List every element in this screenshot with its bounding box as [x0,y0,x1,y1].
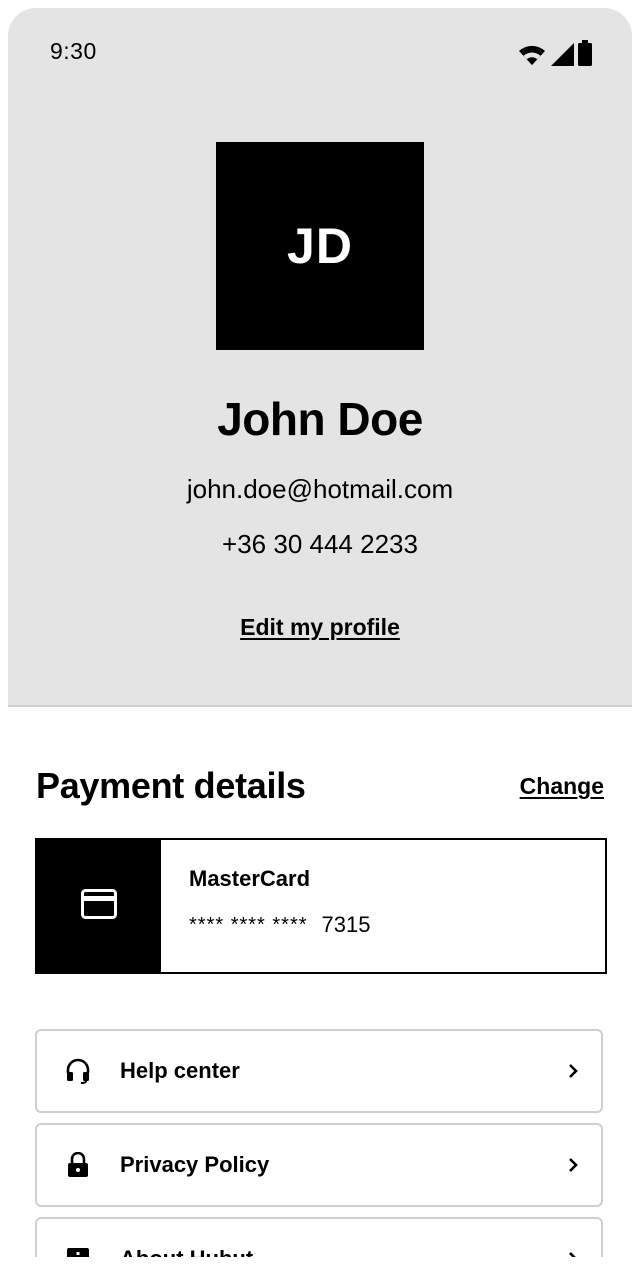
menu-item-about[interactable]: About Hubut [35,1217,603,1257]
battery-icon [578,40,592,71]
profile-header: 9:30 JD John Doe john.doe@hotmail.com +3… [8,8,632,707]
signal-icon [550,42,574,71]
credit-card-icon [81,888,117,924]
wifi-icon [518,44,546,71]
menu-item-privacy-policy[interactable]: Privacy Policy [35,1123,603,1207]
menu-item-help-center[interactable]: Help center [35,1029,603,1113]
status-bar: 9:30 [8,8,632,96]
payment-card[interactable]: MasterCard **** **** **** 7315 [35,838,607,974]
chevron-right-icon [567,1250,579,1257]
profile-phone: +36 30 444 2233 [222,529,418,559]
avatar: JD [216,142,424,350]
change-payment-link[interactable]: Change [520,773,604,800]
card-info: MasterCard **** **** **** 7315 [161,840,370,972]
avatar-initials: JD [287,218,353,274]
card-number: **** **** **** 7315 [189,912,370,938]
profile-name: John Doe [217,393,423,445]
card-number-mask: **** **** **** [189,913,308,936]
card-icon-area [37,840,161,972]
menu-item-label: Help center [120,1058,240,1083]
payment-details-title: Payment details [36,765,306,806]
chevron-right-icon [567,1062,579,1080]
menu-item-label: Privacy Policy [120,1152,270,1177]
headset-icon [65,1058,91,1084]
card-last4: 7315 [321,912,371,937]
chevron-right-icon [567,1156,579,1174]
status-icons [518,40,592,71]
status-time: 9:30 [50,38,97,64]
edit-profile-link[interactable]: Edit my profile [240,614,400,640]
menu-item-label: About Hubut [120,1246,567,1257]
profile-email: john.doe@hotmail.com [186,474,454,504]
phone-screen: 9:30 JD John Doe john.doe@hotmail.com +3… [8,8,632,1257]
card-brand: MasterCard [189,866,311,891]
edit-profile-row: Edit my profile [8,614,632,641]
info-icon [65,1246,91,1257]
lock-icon [65,1152,91,1178]
